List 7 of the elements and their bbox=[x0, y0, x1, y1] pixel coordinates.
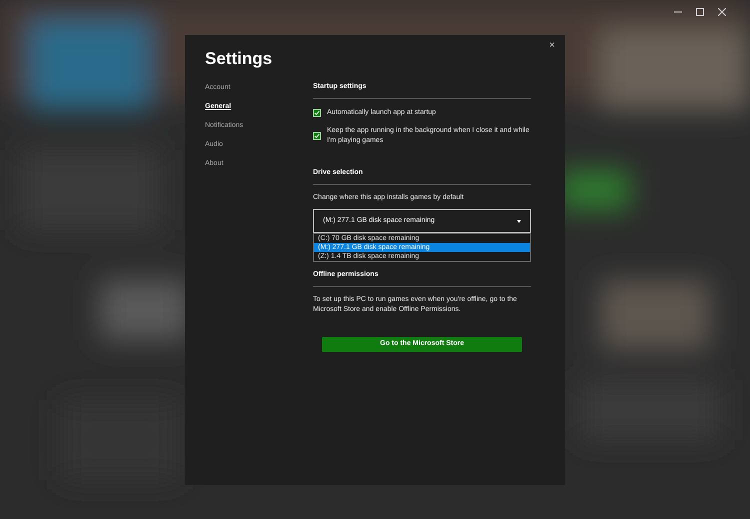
close-icon[interactable] bbox=[718, 8, 726, 16]
close-button[interactable]: × bbox=[547, 41, 557, 51]
maximize-icon[interactable] bbox=[696, 8, 704, 16]
checkbox[interactable] bbox=[313, 109, 321, 117]
caret-icon bbox=[517, 220, 521, 222]
dialog-title: Settings bbox=[205, 50, 272, 67]
checkbox[interactable] bbox=[313, 132, 321, 140]
